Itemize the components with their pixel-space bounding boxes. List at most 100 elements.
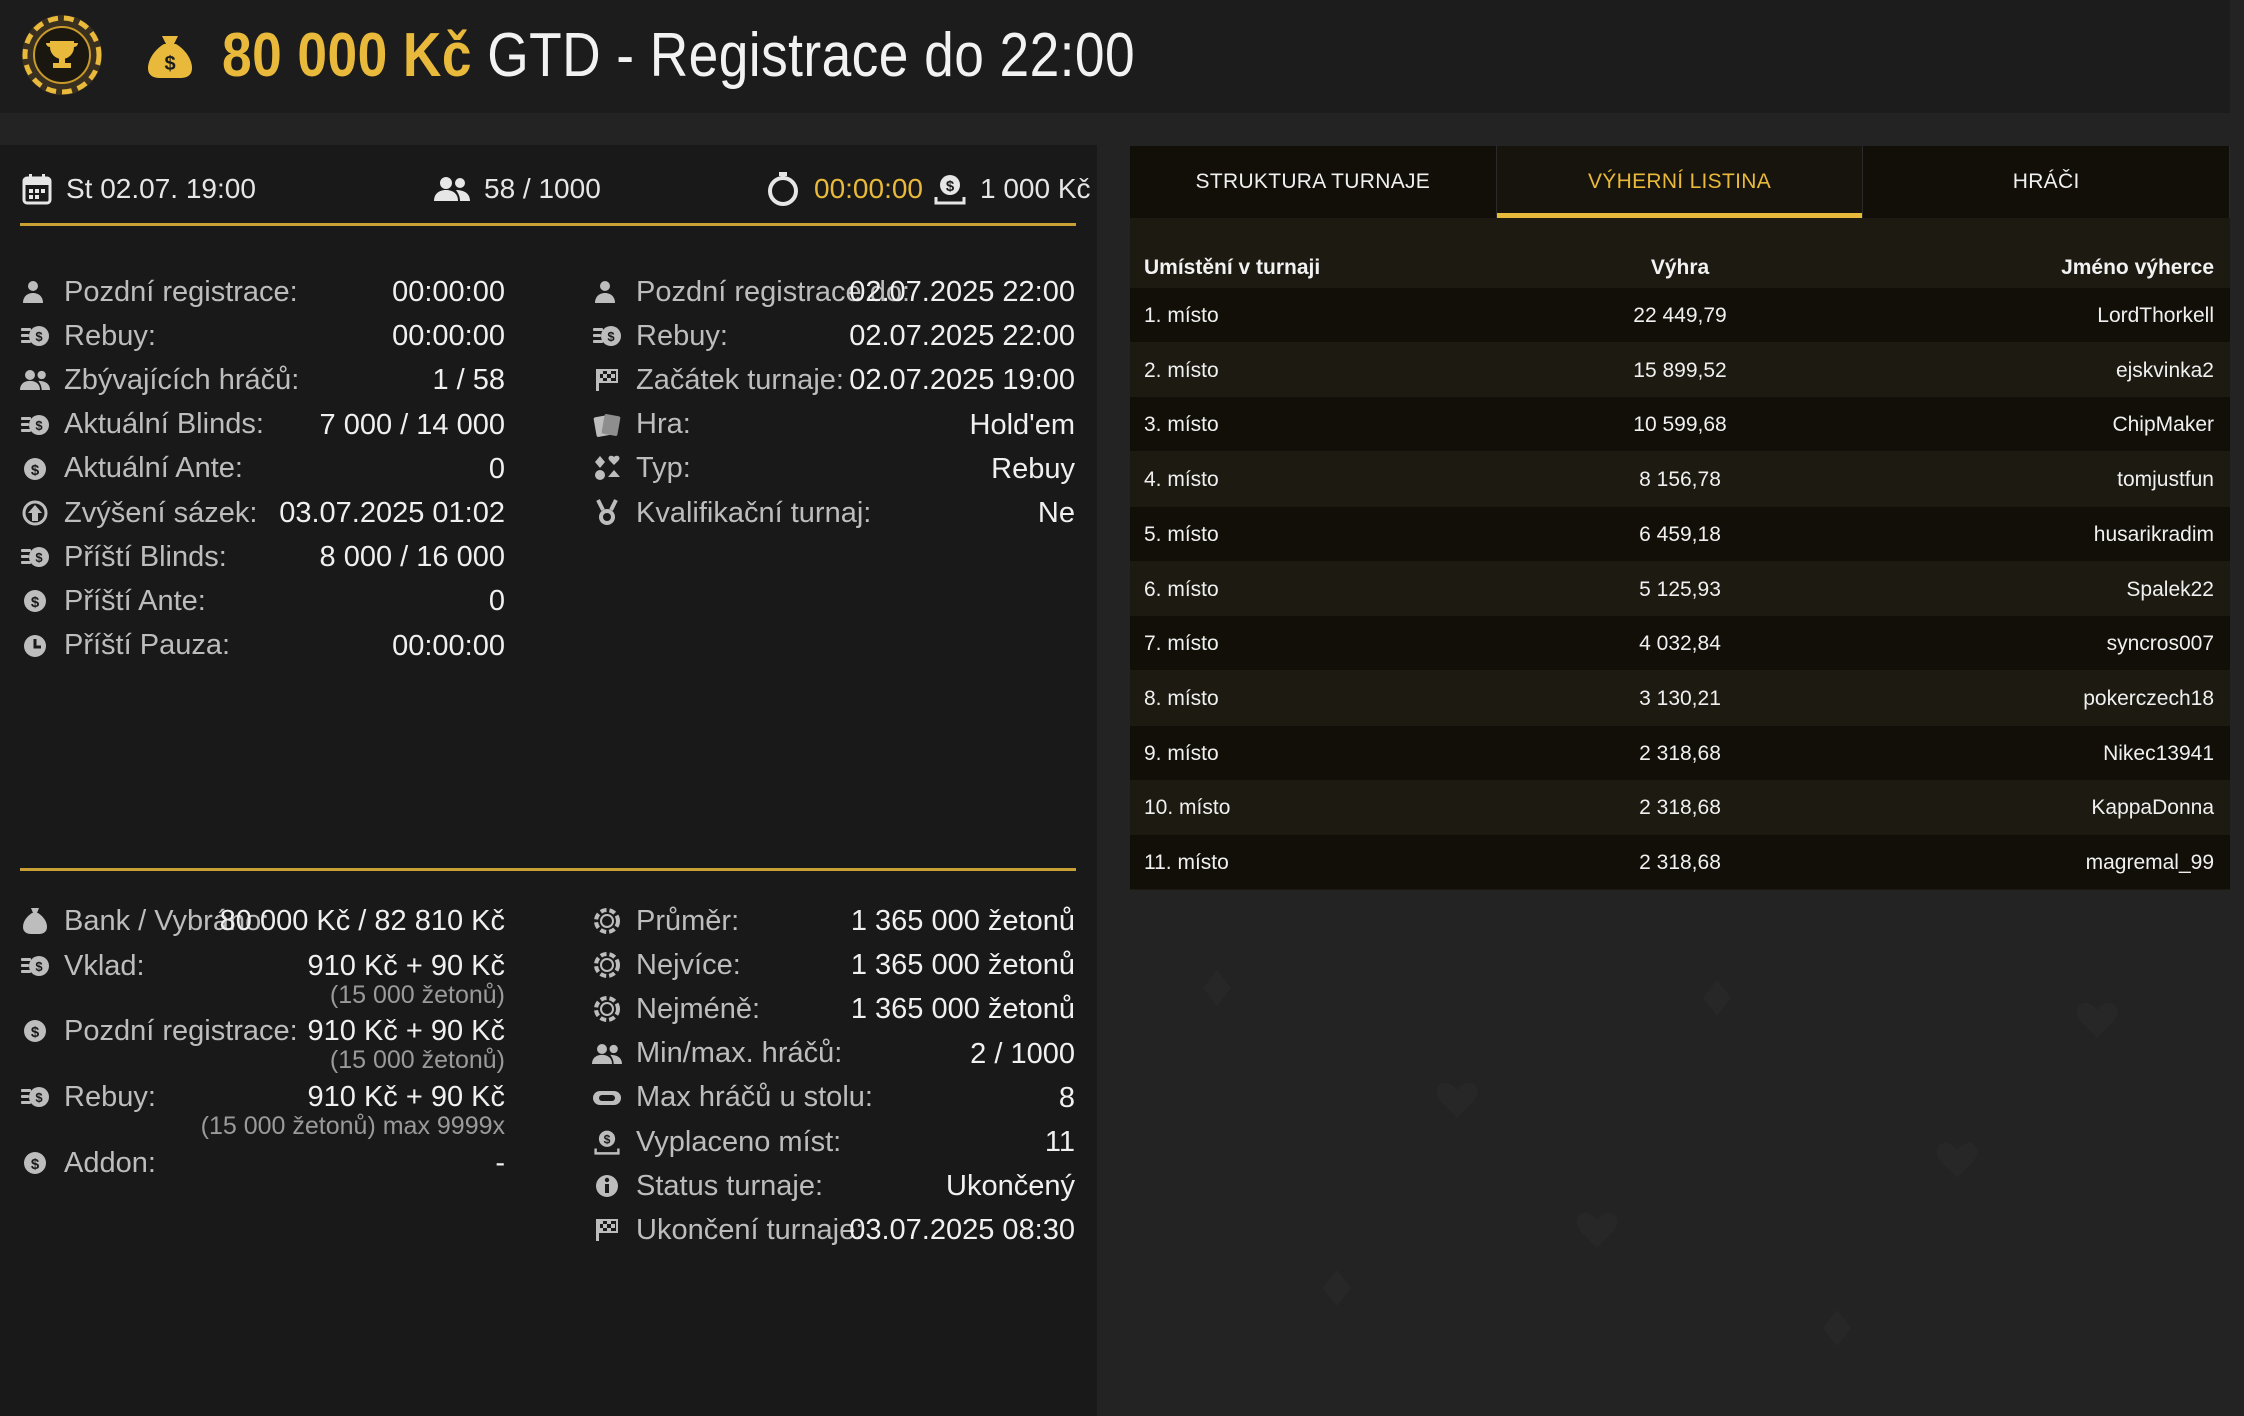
prize-cell: 5 125,93 bbox=[1639, 577, 1721, 601]
winner-cell: ChipMaker bbox=[2112, 413, 2214, 437]
left-info-row: $ Aktuální Ante: bbox=[20, 449, 243, 489]
left-info-value: 0 bbox=[488, 585, 505, 618]
left-info-value: 00:00:00 bbox=[392, 276, 505, 308]
summary-timer-text: 00:00:00 bbox=[814, 173, 923, 204]
table-row: 3. místo 10 599,68 ChipMaker bbox=[1130, 397, 2230, 452]
left-info-row: $ Aktuální Blinds: bbox=[20, 405, 264, 445]
users-icon bbox=[20, 365, 50, 395]
left-info-row: $ Rebuy: bbox=[20, 316, 156, 356]
table-row: 10. místo 2 318,68 KappaDonna bbox=[1130, 780, 2230, 835]
svg-text:$: $ bbox=[31, 1156, 40, 1173]
place-cell: 5. místo bbox=[1144, 522, 1219, 546]
svg-text:$: $ bbox=[35, 418, 43, 433]
fee-value: - bbox=[495, 1147, 505, 1179]
prize-cell: 2 318,68 bbox=[1639, 851, 1721, 874]
left-info-row: Pozdní registrace: bbox=[20, 272, 298, 312]
fee-row: $ Addon: bbox=[20, 1143, 156, 1183]
table-row: 5. místo 6 459,18 husarikradim bbox=[1130, 506, 2230, 561]
fee-value: 910 Kč + 90 Kč bbox=[307, 950, 506, 982]
stat-label: Status turnaje: bbox=[636, 1169, 823, 1202]
place-cell: 8. místo bbox=[1144, 686, 1219, 710]
svg-text:$: $ bbox=[164, 53, 175, 75]
left-info-value: 00:00:00 bbox=[392, 320, 505, 353]
prize-cell: 8 156,78 bbox=[1639, 468, 1721, 492]
right-info-row: Typ: bbox=[592, 449, 691, 489]
header-place: Umístění v turnaji bbox=[1144, 256, 1321, 279]
prize-cell: 2 318,68 bbox=[1639, 796, 1721, 820]
summary-date-text: St 02.07. 19:00 bbox=[66, 173, 256, 204]
page-title: 80 000 Kč GTD - Registrace do 22:00 bbox=[222, 18, 1135, 94]
payout-table: Umístění v turnaji Výhra Jméno výherce 1… bbox=[1130, 218, 2230, 890]
svg-text:$: $ bbox=[35, 1090, 43, 1105]
left-info-row: Zvýšení sázek: bbox=[20, 493, 257, 533]
table-row: 2. místo 15 899,52 ejskvinka2 bbox=[1130, 342, 2230, 397]
info-icon bbox=[592, 1171, 622, 1201]
summary-date: St 02.07. 19:00 bbox=[22, 169, 256, 209]
tabs-bar: STRUKTURA TURNAJE VÝHERNÍ LISTINA HRÁČI bbox=[1130, 146, 2231, 218]
winner-cell: ejskvinka2 bbox=[2115, 358, 2214, 382]
winner-cell: husarikradim bbox=[2093, 522, 2214, 546]
left-info-value: 8 000 / 16 000 bbox=[319, 541, 505, 574]
winner-cell: Spalek22 bbox=[2126, 577, 2214, 601]
winner-cell: pokerczech18 bbox=[2083, 686, 2214, 710]
left-info-row: Zbývajících hráčů: bbox=[20, 360, 299, 400]
left-info-row: $ Příští Ante: bbox=[20, 581, 206, 621]
tab-structure[interactable]: STRUKTURA TURNAJE bbox=[1130, 146, 1497, 218]
suits-icon bbox=[592, 454, 622, 484]
place-cell: 2. místo bbox=[1144, 358, 1219, 382]
tab-payouts[interactable]: VÝHERNÍ LISTINA bbox=[1496, 146, 1864, 218]
clock-icon bbox=[20, 631, 50, 661]
right-info-label: Kvalifikační turnaj: bbox=[636, 496, 872, 529]
svg-text:$: $ bbox=[31, 1024, 40, 1041]
user-clock-icon bbox=[592, 277, 622, 307]
svg-text:$: $ bbox=[35, 550, 43, 565]
stat-value: 8 bbox=[1058, 1081, 1075, 1114]
right-info-value: Rebuy bbox=[991, 452, 1075, 485]
prize-cell: 10 599,68 bbox=[1633, 413, 1727, 437]
winner-cell: Nikec13941 bbox=[2103, 741, 2214, 765]
left-info-label: Příští Ante: bbox=[64, 584, 206, 617]
dollar-coin-icon: $ bbox=[20, 586, 50, 616]
stat-value: Ukončený bbox=[946, 1170, 1075, 1203]
stat-row: Nejvíce: bbox=[592, 945, 741, 985]
left-info-label: Zvýšení sázek: bbox=[64, 496, 258, 529]
summary-timer: 00:00:00 bbox=[766, 169, 923, 209]
table-row: 9. místo 2 318,68 Nikec13941 bbox=[1130, 725, 2230, 780]
medal-icon bbox=[592, 498, 622, 528]
stopwatch-icon bbox=[768, 172, 798, 206]
dollar-coin-icon: $ bbox=[20, 1148, 50, 1178]
table-icon bbox=[592, 1083, 622, 1113]
table-row: 1. místo 22 449,79 LordThorkell bbox=[1130, 288, 2230, 342]
chip-icon bbox=[592, 994, 622, 1024]
svg-text:$: $ bbox=[607, 329, 615, 344]
prize-cell: 3 130,21 bbox=[1639, 686, 1721, 710]
place-cell: 9. místo bbox=[1144, 741, 1219, 765]
left-info-label: Rebuy: bbox=[64, 319, 156, 352]
stat-label: Nejméně: bbox=[636, 992, 761, 1025]
fee-value: 910 Kč + 90 Kč bbox=[307, 1081, 506, 1113]
fee-sub: (15 000 žetonů) max 9999x bbox=[200, 1112, 505, 1140]
chip-icon bbox=[592, 906, 622, 936]
tournament-info-panel: St 02.07. 19:00 58 / 1000 00:00:00 $ 1 0… bbox=[0, 145, 1097, 1416]
payout-icon: $ bbox=[592, 1127, 622, 1157]
right-info-label: Začátek turnaje: bbox=[636, 363, 844, 396]
stat-row: Nejméně: bbox=[592, 989, 760, 1029]
tab-players[interactable]: HRÁČI bbox=[1863, 146, 2231, 218]
left-info-value: 03.07.2025 01:02 bbox=[279, 497, 505, 529]
winner-cell: KappaDonna bbox=[2091, 796, 2214, 820]
right-info-value: 02.07.2025 22:00 bbox=[849, 320, 1075, 353]
stat-label: Průměr: bbox=[636, 904, 740, 937]
left-info-value: 00:00:00 bbox=[392, 629, 505, 662]
left-info-value: 0 bbox=[488, 452, 505, 485]
left-info-value: 1 / 58 bbox=[432, 364, 505, 397]
stat-row: Status turnaje: bbox=[592, 1166, 823, 1206]
left-info-row: Příští Pauza: bbox=[20, 626, 230, 666]
right-info-value: Ne bbox=[1037, 497, 1075, 529]
place-cell: 4. místo bbox=[1144, 468, 1219, 492]
stat-label: Max hráčů u stolu: bbox=[636, 1081, 873, 1114]
svg-text:$: $ bbox=[35, 959, 43, 974]
table-row: 6. místo 5 125,93 Spalek22 bbox=[1130, 561, 2230, 616]
prize-cell: 2 318,68 bbox=[1639, 741, 1721, 765]
bank-value: 80 000 Kč / 82 810 Kč bbox=[219, 905, 505, 937]
table-row: 7. místo 4 032,84 syncros007 bbox=[1130, 616, 2230, 671]
